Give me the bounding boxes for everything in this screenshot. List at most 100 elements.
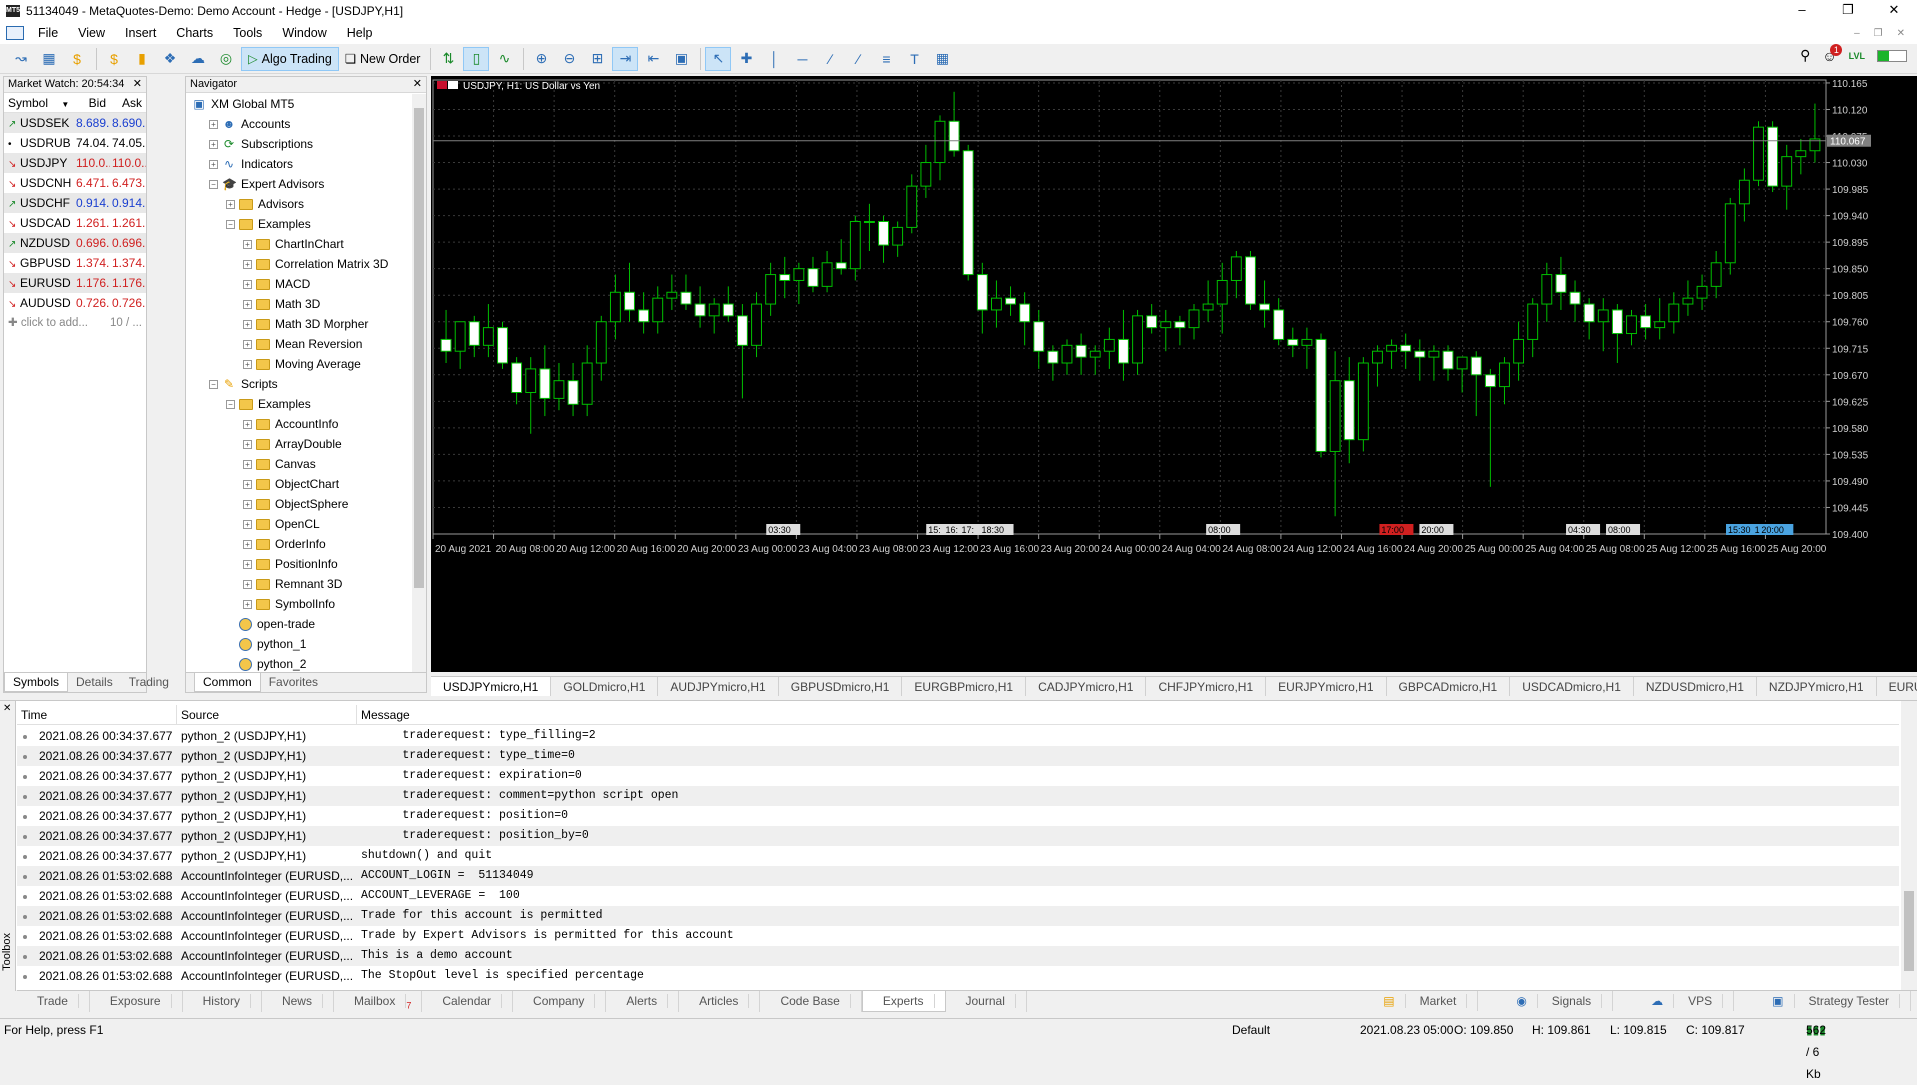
new-order-button[interactable]: ❏ New Order bbox=[339, 47, 427, 71]
navigator-item[interactable]: + Canvas bbox=[186, 454, 426, 474]
tab-common[interactable]: Common bbox=[194, 673, 261, 692]
log-row[interactable]: 2021.08.26 00:34:37.677 python_2 (USDJPY,… bbox=[17, 766, 1899, 786]
expander-icon[interactable]: + bbox=[243, 339, 252, 349]
close-button[interactable]: ✕ bbox=[1871, 0, 1917, 22]
toolbox-tab-history[interactable]: History bbox=[183, 991, 262, 1012]
expander-icon[interactable]: + bbox=[243, 359, 252, 369]
navigator-item[interactable]: + OrderInfo bbox=[186, 534, 426, 554]
toolbox-tab-trade[interactable]: Trade bbox=[17, 991, 90, 1012]
menu-insert[interactable]: Insert bbox=[115, 26, 166, 40]
trendline-icon[interactable]: ∕ bbox=[817, 47, 843, 71]
navigator-item[interactable]: + AccountInfo bbox=[186, 414, 426, 434]
screenshot-icon[interactable]: ▣ bbox=[668, 47, 694, 71]
log-row[interactable]: 2021.08.26 00:34:37.677 python_2 (USDJPY,… bbox=[17, 826, 1899, 846]
expander-icon[interactable]: + bbox=[243, 579, 252, 589]
profiles-icon[interactable]: ▦ bbox=[36, 47, 62, 71]
market-watch-row[interactable]: • USDRUB 74.04...74.05... bbox=[4, 133, 146, 153]
log-row[interactable]: 2021.08.26 01:53:02.688 AccountInfoIntege… bbox=[17, 926, 1899, 946]
col-time[interactable]: Time bbox=[17, 705, 177, 724]
event-marker[interactable]: 04:30 bbox=[1566, 524, 1601, 535]
log-scrollbar[interactable] bbox=[1901, 701, 1917, 991]
chart-tab[interactable]: NZDUSDmicro,H1 bbox=[1634, 677, 1757, 696]
expander-icon[interactable]: + bbox=[243, 499, 252, 509]
tab-details[interactable]: Details bbox=[68, 673, 121, 692]
toolbox-tab-exposure[interactable]: Exposure bbox=[90, 991, 183, 1012]
navigator-item[interactable]: open-trade bbox=[186, 614, 426, 634]
navigator-item[interactable]: + ∿ Indicators bbox=[186, 154, 426, 174]
market-watch-row[interactable]: ↘EURUSD 1.176...1.176... bbox=[4, 273, 146, 293]
chart-tab[interactable]: GOLDmicro,H1 bbox=[551, 677, 659, 696]
navigator-item[interactable]: + ObjectSphere bbox=[186, 494, 426, 514]
expander-icon[interactable]: − bbox=[209, 379, 218, 389]
navigator-item[interactable]: + ChartInChart bbox=[186, 234, 426, 254]
navigator-item[interactable]: − 🎓 Expert Advisors bbox=[186, 174, 426, 194]
link-market[interactable]: ▤ Market bbox=[1363, 991, 1479, 1011]
toolbox-tab-mailbox[interactable]: Mailbox 7 bbox=[334, 991, 423, 1012]
chart-tab[interactable]: EURJPYmicro,H1 bbox=[1266, 677, 1387, 696]
channel-icon[interactable]: ∕ bbox=[845, 47, 871, 71]
navigator-item[interactable]: + SymbolInfo bbox=[186, 594, 426, 614]
navigator-item[interactable]: + ArrayDouble bbox=[186, 434, 426, 454]
expander-icon[interactable]: + bbox=[209, 119, 218, 129]
close-icon[interactable]: ✕ bbox=[413, 77, 422, 92]
market-watch-row[interactable]: ↗USDCHF 0.914...0.914... bbox=[4, 193, 146, 213]
chart-tab[interactable]: USDJPYmicro,H1 bbox=[431, 677, 552, 696]
navigator-item[interactable]: − ✎ Scripts bbox=[186, 374, 426, 394]
navigator-item[interactable]: + OpenCL bbox=[186, 514, 426, 534]
menu-file[interactable]: File bbox=[28, 26, 68, 40]
market-watch-row[interactable]: ↘AUDUSD 0.726...0.726... bbox=[4, 293, 146, 313]
minimize-button[interactable]: – bbox=[1779, 0, 1825, 22]
chart-tab[interactable]: USDCADmicro,H1 bbox=[1510, 677, 1634, 696]
col-bid[interactable]: Bid bbox=[74, 93, 110, 112]
navigator-icon[interactable]: ▮ bbox=[129, 47, 155, 71]
expander-icon[interactable]: + bbox=[209, 159, 218, 169]
market-watch-row[interactable]: ↘GBPUSD 1.374...1.374... bbox=[4, 253, 146, 273]
close-icon[interactable]: ✕ bbox=[133, 77, 142, 92]
expander-icon[interactable]: + bbox=[243, 559, 252, 569]
expander-icon[interactable]: − bbox=[209, 179, 218, 189]
chart-shift-icon[interactable]: ⇤ bbox=[640, 47, 666, 71]
navigator-item[interactable]: − Examples bbox=[186, 214, 426, 234]
log-row[interactable]: 2021.08.26 00:34:37.677 python_2 (USDJPY,… bbox=[17, 806, 1899, 826]
navigator-item[interactable]: + Math 3D bbox=[186, 294, 426, 314]
market-watch-row[interactable]: ↘USDCAD 1.261...1.261... bbox=[4, 213, 146, 233]
expander-icon[interactable]: + bbox=[243, 519, 252, 529]
maximize-button[interactable]: ❐ bbox=[1825, 0, 1871, 22]
link-strategy-tester[interactable]: ▣ Strategy Tester bbox=[1752, 991, 1911, 1011]
candlestick-icon[interactable]: ▯ bbox=[463, 46, 490, 71]
log-row[interactable]: 2021.08.26 00:34:37.677 python_2 (USDJPY,… bbox=[17, 726, 1899, 746]
zoom-in-icon[interactable]: ⊕ bbox=[528, 47, 554, 71]
auto-scroll-icon[interactable]: ⇥ bbox=[612, 46, 639, 71]
menu-tools[interactable]: Tools bbox=[223, 26, 272, 40]
log-row[interactable]: 2021.08.26 01:53:02.688 AccountInfoIntege… bbox=[17, 886, 1899, 906]
toolbox-tab-journal[interactable]: Journal bbox=[946, 991, 1027, 1012]
price-chart[interactable]: 110.165110.120110.075110.030109.985109.9… bbox=[431, 76, 1917, 672]
toolbox-tab-experts[interactable]: Experts bbox=[861, 991, 946, 1012]
navigator-item[interactable]: + Advisors bbox=[186, 194, 426, 214]
expander-icon[interactable]: + bbox=[243, 479, 252, 489]
cloud-icon[interactable]: ☁ bbox=[185, 47, 211, 71]
market-watch-row[interactable]: ↗NZDUSD 0.696...0.696... bbox=[4, 233, 146, 253]
menu-help[interactable]: Help bbox=[337, 26, 383, 40]
event-marker[interactable]: 08:00 bbox=[1606, 524, 1641, 535]
chart-canvas[interactable]: 110.165110.120110.075110.030109.985109.9… bbox=[431, 76, 1917, 672]
event-marker[interactable]: 08:00 bbox=[1206, 524, 1241, 535]
navigator-item[interactable]: + Mean Reversion bbox=[186, 334, 426, 354]
toolbox-tab-code-base[interactable]: Code Base bbox=[760, 991, 862, 1012]
chart-tab[interactable]: AUDJPYmicro,H1 bbox=[658, 677, 779, 696]
navigator-item[interactable]: + ⟳ Subscriptions bbox=[186, 134, 426, 154]
market-watch-row[interactable]: ↘USDCNH 6.471...6.473... bbox=[4, 173, 146, 193]
navigator-item[interactable]: python_2 bbox=[186, 654, 426, 674]
expander-icon[interactable]: + bbox=[243, 299, 252, 309]
navigator-scrollbar[interactable] bbox=[412, 94, 426, 674]
expander-icon[interactable]: + bbox=[243, 539, 252, 549]
expander-icon[interactable]: − bbox=[226, 219, 235, 229]
cursor-icon[interactable]: ↖ bbox=[705, 46, 732, 71]
toolbox-tab-news[interactable]: News bbox=[262, 991, 334, 1012]
expander-icon[interactable]: + bbox=[243, 239, 252, 249]
expander-icon[interactable]: + bbox=[243, 439, 252, 449]
vertical-line-icon[interactable]: │ bbox=[761, 47, 787, 71]
col-message[interactable]: Message bbox=[357, 705, 1899, 724]
log-row[interactable]: 2021.08.26 01:53:02.688 AccountInfoIntege… bbox=[17, 866, 1899, 886]
toolbox-tab-calendar[interactable]: Calendar bbox=[422, 991, 514, 1012]
